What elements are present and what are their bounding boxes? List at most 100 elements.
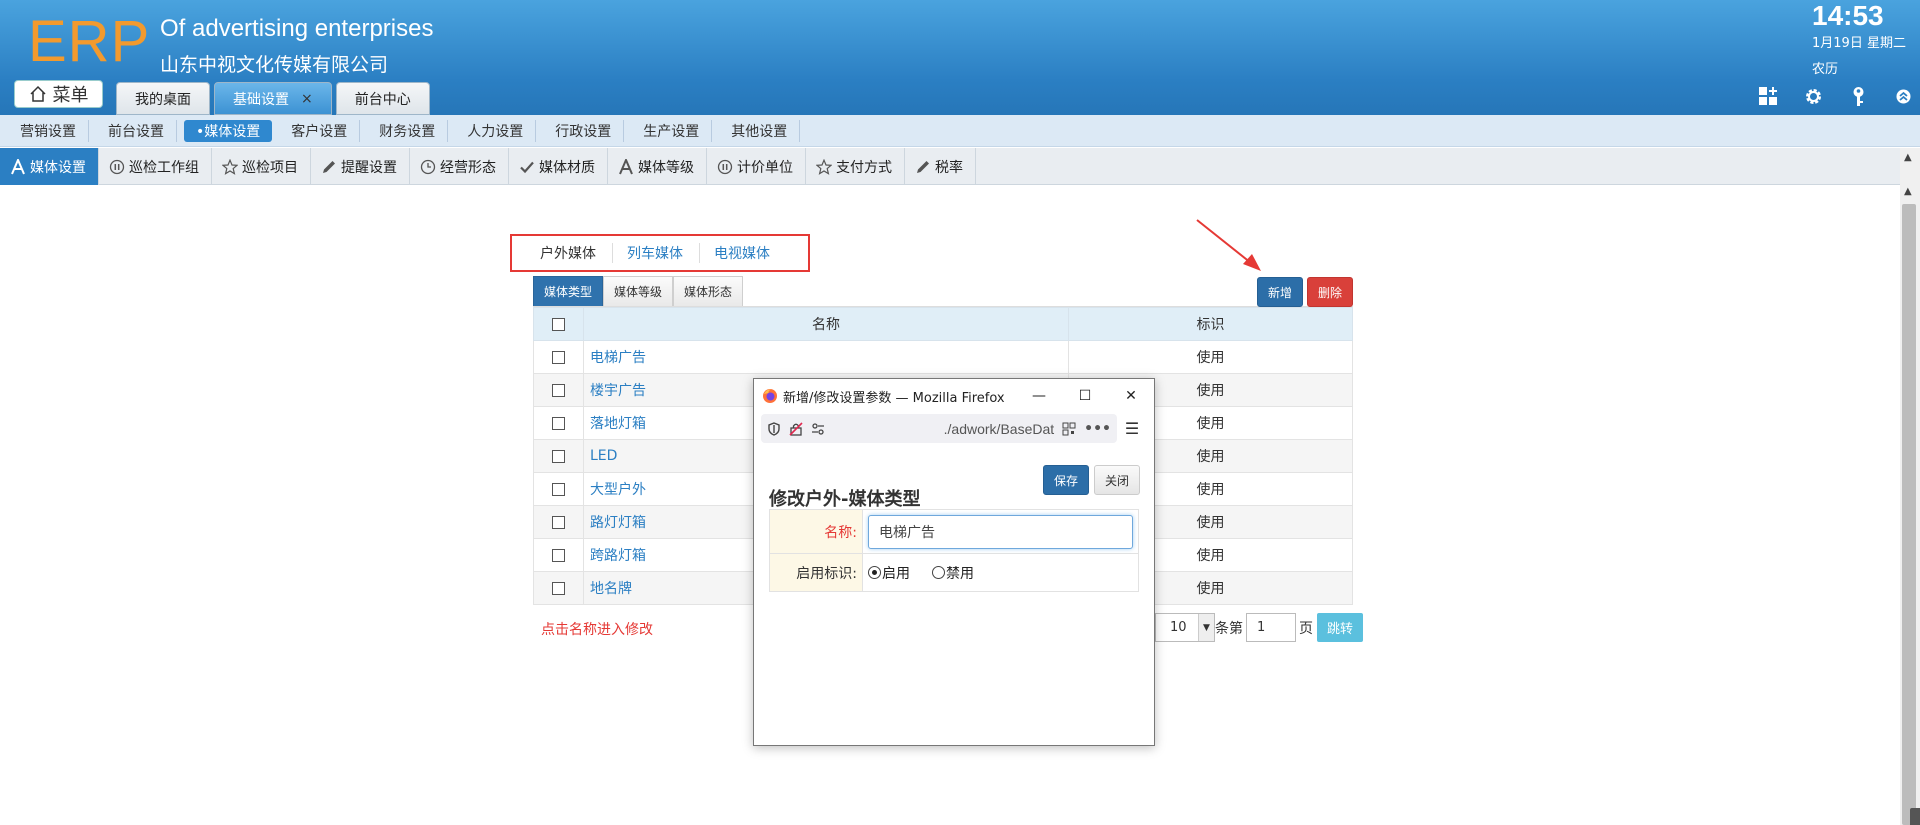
tooltab-business-form[interactable]: 经营形态 <box>410 148 509 185</box>
tooltab-patrol-group[interactable]: 巡检工作组 <box>99 148 212 185</box>
edit-hint: 点击名称进入修改 <box>541 622 653 638</box>
page-number-input[interactable]: 1 <box>1246 613 1296 642</box>
clock-time: 14:53 <box>1812 0 1884 31</box>
form-row-name: 名称: <box>769 509 1139 554</box>
tooltab-pricing-unit[interactable]: 计价单位 <box>707 148 806 185</box>
row-flag: 使用 <box>1068 340 1353 374</box>
save-button[interactable]: 保存 <box>1043 465 1089 495</box>
radio-disable-dot[interactable] <box>932 566 945 579</box>
select-all-checkbox[interactable] <box>552 317 565 331</box>
page-size-value: 10 <box>1170 620 1187 635</box>
resize-handle[interactable] <box>1910 808 1920 825</box>
shield-icon[interactable] <box>767 421 781 436</box>
maximize-icon[interactable]: ☐ <box>1062 379 1108 413</box>
subnav-marketing[interactable]: 营销设置 <box>8 119 89 142</box>
row-checkbox[interactable] <box>552 581 565 595</box>
tooltab-label: 媒体设置 <box>30 159 86 176</box>
tab-media-form[interactable]: 媒体形态 <box>673 276 744 307</box>
close-icon[interactable]: ✕ <box>1108 379 1154 413</box>
scroll-up-icon[interactable]: ▲ <box>1904 186 1912 197</box>
pagination: 10 ▼ 条第 1 页 跳转 <box>1155 613 1363 642</box>
add-widget-icon[interactable] <box>1758 86 1779 107</box>
qr-code-icon[interactable] <box>1062 422 1076 436</box>
clock-date: 1月19日 星期二 <box>1812 36 1906 51</box>
tooltab-tax-rate[interactable]: 税率 <box>905 148 976 185</box>
scrollbar-thumb[interactable] <box>1902 204 1916 825</box>
add-button[interactable]: 新增 <box>1257 277 1303 307</box>
tab-train-media[interactable]: 列车媒体 <box>613 243 700 263</box>
tooltab-media-material[interactable]: 媒体材质 <box>509 148 608 185</box>
edit-popup-window: 新增/修改设置参数 — Mozilla Firefox — ☐ ✕ ./adwo… <box>753 378 1155 746</box>
radio-enable[interactable]: 启用 <box>868 563 910 583</box>
app-header: ERP Of advertising enterprises 山东中视文化传媒有… <box>0 0 1920 115</box>
address-bar[interactable]: ./adwork/BaseDat ••• <box>761 414 1117 443</box>
tab-front-center[interactable]: 前台中心 <box>335 82 430 115</box>
name-label: 名称: <box>769 509 863 554</box>
subnav-admin[interactable]: 行政设置 <box>543 119 625 142</box>
insecure-lock-icon[interactable] <box>789 421 803 436</box>
tab-basic-settings[interactable]: 基础设置 × <box>214 82 332 115</box>
popup-titlebar[interactable]: 新增/修改设置参数 — Mozilla Firefox — ☐ ✕ <box>754 379 1154 413</box>
row-checkbox[interactable] <box>552 449 565 463</box>
row-checkbox[interactable] <box>552 383 565 397</box>
lunar-date[interactable]: 农历 <box>1812 58 1838 77</box>
subnav-hr[interactable]: 人力设置 <box>455 119 537 142</box>
radio-disable[interactable]: 禁用 <box>932 563 974 583</box>
tooltab-label: 计价单位 <box>737 159 793 176</box>
clock-icon <box>420 159 436 174</box>
tooltab-label: 媒体材质 <box>539 159 595 176</box>
tab-close-icon[interactable]: × <box>301 91 313 107</box>
menu-button[interactable]: 菜单 <box>14 80 103 108</box>
row-check-cell <box>533 373 584 407</box>
star-icon <box>816 158 832 175</box>
scroll-up-icon[interactable]: ▲ <box>1904 152 1912 163</box>
row-checkbox[interactable] <box>552 350 565 364</box>
tab-label: 前台中心 <box>354 91 411 108</box>
tooltab-label: 媒体等级 <box>638 159 694 176</box>
hamburger-menu-icon[interactable]: ☰ <box>1117 419 1147 438</box>
tab-outdoor-media[interactable]: 户外媒体 <box>526 243 613 263</box>
tooltab-patrol-item[interactable]: 巡检项目 <box>212 148 311 185</box>
minimize-icon[interactable]: — <box>1016 379 1062 413</box>
key-icon[interactable] <box>1848 86 1869 107</box>
tab-media-level[interactable]: 媒体等级 <box>603 276 674 307</box>
more-icon[interactable]: ••• <box>1084 421 1111 437</box>
row-check-cell <box>533 571 584 605</box>
subnav-media[interactable]: •媒体设置 <box>184 119 273 142</box>
close-button[interactable]: 关闭 <box>1094 465 1140 495</box>
jump-button[interactable]: 跳转 <box>1317 613 1363 642</box>
page-size-select[interactable]: 10 ▼ <box>1155 613 1215 642</box>
pencil-icon <box>323 160 335 173</box>
subnav-front[interactable]: 前台设置 <box>96 119 177 142</box>
page-scrollbar[interactable]: ▲ ▲ <box>1900 148 1920 825</box>
tooltab-reminder[interactable]: 提醒设置 <box>311 148 410 185</box>
firefox-icon <box>763 389 777 403</box>
tab-tv-media[interactable]: 电视媒体 <box>700 243 786 263</box>
tooltab-media-settings[interactable]: 媒体设置 <box>0 148 99 185</box>
company-name-cn: 山东中视文化传媒有限公司 <box>160 54 389 76</box>
gear-icon[interactable] <box>1803 86 1824 107</box>
subnav-finance[interactable]: 财务设置 <box>367 119 449 142</box>
row-checkbox[interactable] <box>552 482 565 496</box>
collapse-icon[interactable] <box>1893 86 1914 107</box>
tooltab-media-level[interactable]: 媒体等级 <box>608 148 707 185</box>
tab-my-desktop[interactable]: 我的桌面 <box>116 82 210 115</box>
form-row-flag: 启用标识: 启用 禁用 <box>769 553 1139 592</box>
tooltab-payment-method[interactable]: 支付方式 <box>806 148 905 185</box>
radio-enable-dot[interactable] <box>868 566 881 579</box>
subnav-customer[interactable]: 客户设置 <box>279 119 361 142</box>
name-input[interactable] <box>868 514 1133 549</box>
row-checkbox[interactable] <box>552 515 565 529</box>
tab-media-type[interactable]: 媒体类型 <box>533 276 604 307</box>
permissions-icon[interactable] <box>811 422 825 436</box>
subnav-other[interactable]: 其他设置 <box>719 119 801 142</box>
subnav-production[interactable]: 生产设置 <box>631 119 713 142</box>
row-name-link[interactable]: 电梯广告 <box>583 340 1069 374</box>
row-checkbox[interactable] <box>552 548 565 562</box>
settings-subnav: 营销设置 前台设置 •媒体设置 客户设置 财务设置 人力设置 行政设置 生产设置… <box>0 115 1920 147</box>
edit-form: 名称: 启用标识: 启用 禁用 <box>769 509 1139 592</box>
chevron-down-icon: ▼ <box>1198 614 1214 641</box>
row-checkbox[interactable] <box>552 416 565 430</box>
popup-url-bar: ./adwork/BaseDat ••• ☰ <box>761 413 1147 444</box>
delete-button[interactable]: 删除 <box>1307 277 1353 307</box>
